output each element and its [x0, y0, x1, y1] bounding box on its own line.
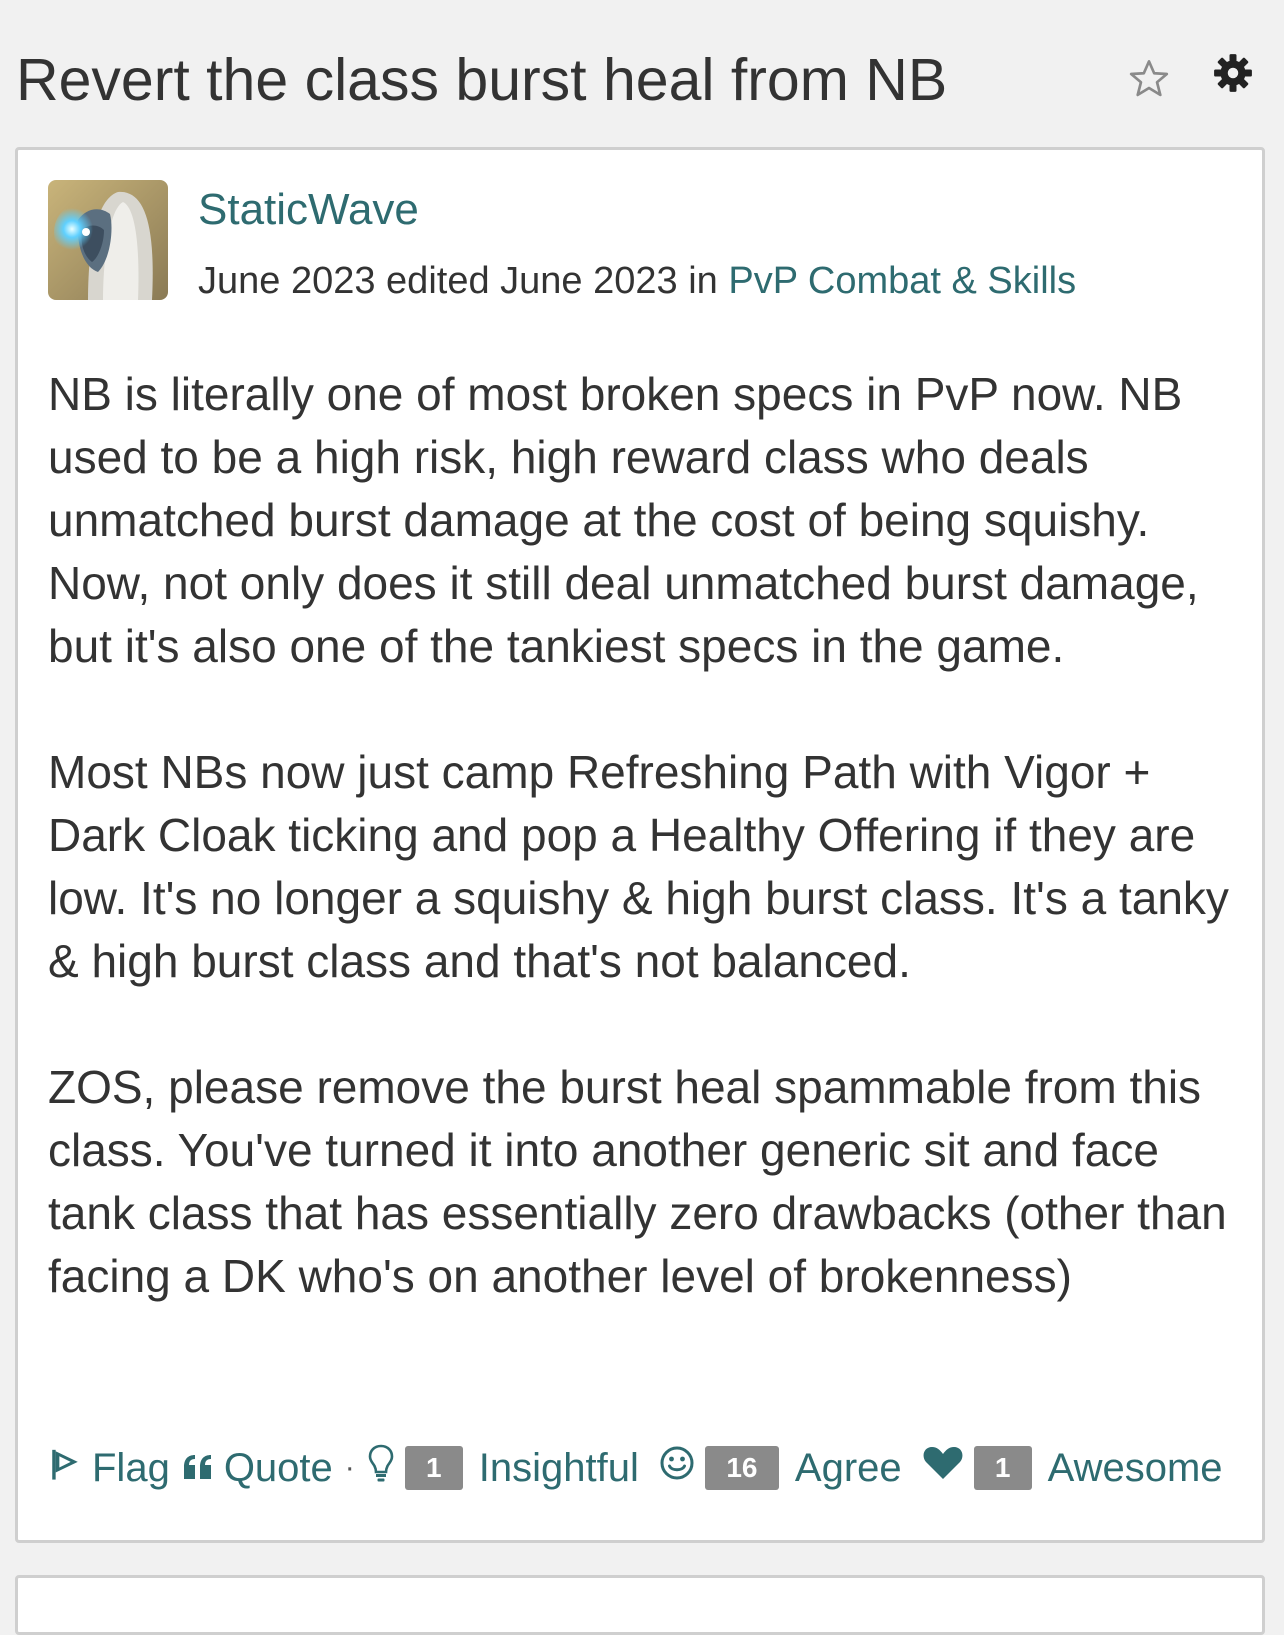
heart-icon — [922, 1445, 964, 1491]
page-title: Revert the class burst heal from NB — [16, 47, 948, 113]
discussion-header: Revert the class burst heal from NB — [0, 0, 1284, 146]
flag-icon — [48, 1446, 82, 1491]
category-link[interactable]: PvP Combat & Skills — [728, 260, 1076, 302]
smiley-icon — [659, 1445, 695, 1491]
post-paragraph: ZOS, please remove the burst heal spamma… — [48, 1061, 1227, 1302]
quote-icon — [182, 1446, 214, 1491]
quote-button[interactable]: Quote — [182, 1446, 333, 1491]
flag-label: Flag — [92, 1445, 170, 1490]
post-date: June 2023 edited June 2023 in — [198, 260, 729, 302]
insightful-label: Insightful — [478, 1445, 639, 1490]
agree-count: 16 — [704, 1446, 779, 1490]
lightbulb-icon — [367, 1443, 395, 1493]
post-meta: June 2023 edited June 2023 in PvP Combat… — [198, 258, 1076, 304]
awesome-count: 1 — [973, 1446, 1032, 1490]
flag-button[interactable]: Flag — [48, 1446, 170, 1491]
post-paragraph: NB is literally one of most broken specs… — [48, 368, 1199, 672]
quote-label: Quote — [223, 1445, 333, 1490]
gear-icon[interactable] — [1212, 52, 1254, 94]
reaction-awesome[interactable]: 1 Awesome — [922, 1445, 1223, 1491]
avatar[interactable] — [48, 180, 168, 300]
post-body: NB is literally one of most broken specs… — [48, 363, 1248, 1308]
post-card: StaticWave June 2023 edited June 2023 in… — [15, 147, 1265, 1543]
author-link[interactable]: StaticWave — [198, 183, 419, 237]
insightful-count: 1 — [404, 1446, 463, 1490]
next-comment-card — [15, 1575, 1265, 1635]
awesome-label: Awesome — [1047, 1445, 1223, 1490]
reaction-insightful[interactable]: 1 Insightful — [367, 1443, 639, 1493]
agree-label: Agree — [794, 1445, 902, 1490]
bookmark-star-icon[interactable] — [1126, 56, 1172, 102]
post-paragraph: Most NBs now just camp Refreshing Path w… — [48, 746, 1229, 987]
reaction-agree[interactable]: 16 Agree — [659, 1445, 902, 1491]
separator: · — [344, 1451, 355, 1484]
post-actions: Flag Quote · 1 Insightful 16 Agree 1 Awe… — [48, 1440, 1223, 1496]
